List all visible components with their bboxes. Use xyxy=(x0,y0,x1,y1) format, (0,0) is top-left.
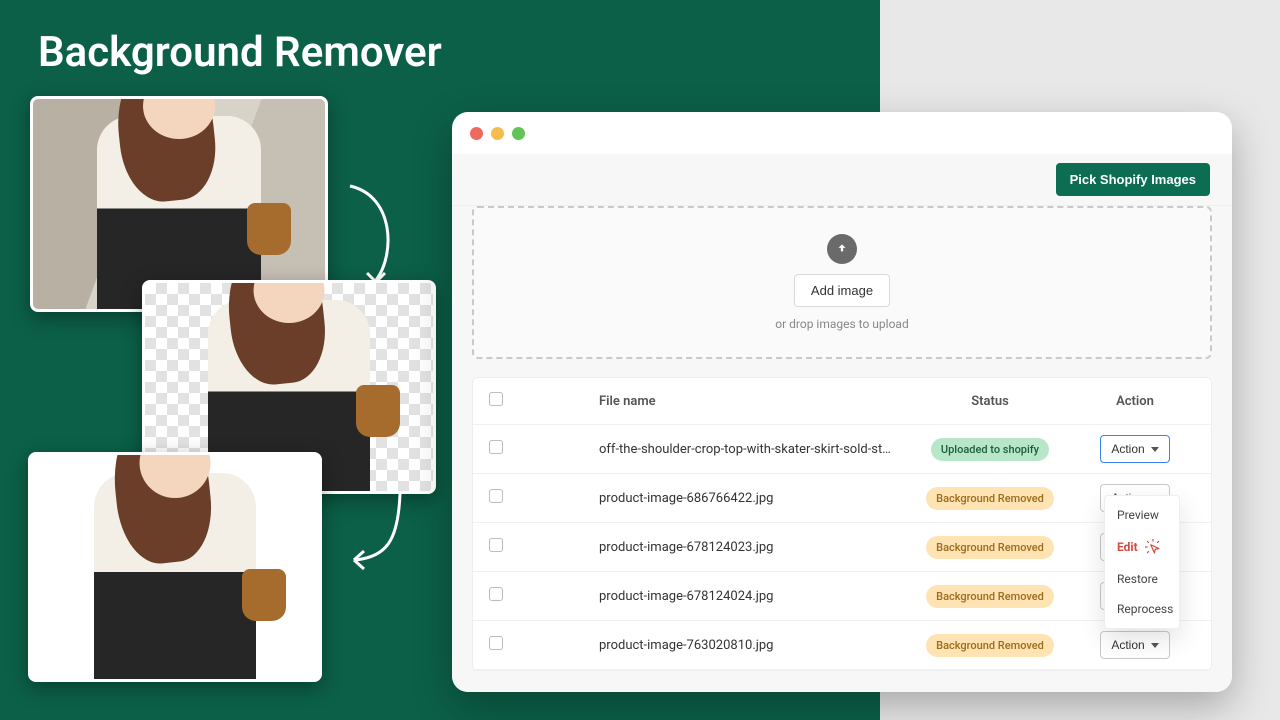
preview-image-white-bg xyxy=(28,452,322,682)
file-name-cell: product-image-678124023.jpg xyxy=(599,540,905,555)
dropdown-reprocess[interactable]: Reprocess xyxy=(1105,594,1179,624)
file-name-cell: product-image-763020810.jpg xyxy=(599,638,905,653)
dropdown-preview[interactable]: Preview xyxy=(1105,500,1179,530)
close-icon[interactable] xyxy=(470,127,483,140)
status-badge: Background Removed xyxy=(926,487,1054,510)
image-table: File name Status Action off-the-shoulder… xyxy=(472,377,1212,671)
file-name-cell: product-image-678124024.jpg xyxy=(599,589,905,604)
chevron-down-icon xyxy=(1151,643,1159,648)
row-checkbox[interactable] xyxy=(489,489,503,503)
select-all-checkbox[interactable] xyxy=(489,392,503,406)
dropdown-edit[interactable]: Edit xyxy=(1105,530,1179,564)
row-action-button[interactable]: Action xyxy=(1100,631,1169,659)
row-checkbox[interactable] xyxy=(489,440,503,454)
titlebar xyxy=(452,112,1232,154)
status-badge: Background Removed xyxy=(926,634,1054,657)
table-header: File name Status Action xyxy=(473,378,1211,425)
status-header: Status xyxy=(905,394,1075,409)
table-row: product-image-678124024.jpg Background Re… xyxy=(473,572,1211,621)
status-badge: Uploaded to shopify xyxy=(931,438,1049,461)
row-checkbox[interactable] xyxy=(489,636,503,650)
page-title: Background Remover xyxy=(38,28,442,77)
chevron-down-icon xyxy=(1151,447,1159,452)
table-row: product-image-678124023.jpg Background Re… xyxy=(473,523,1211,572)
status-badge: Background Removed xyxy=(926,536,1054,559)
row-checkbox[interactable] xyxy=(489,538,503,552)
dropzone[interactable]: Add image or drop images to upload xyxy=(472,206,1212,359)
pick-shopify-images-button[interactable]: Pick Shopify Images xyxy=(1056,163,1210,196)
action-header: Action xyxy=(1075,394,1195,409)
row-action-button[interactable]: Action xyxy=(1100,435,1169,463)
file-name-cell: off-the-shoulder-crop-top-with-skater-sk… xyxy=(599,442,905,457)
action-dropdown: Preview Edit Restore Reprocess xyxy=(1104,495,1180,629)
add-image-button[interactable]: Add image xyxy=(794,274,890,307)
dropzone-subtext: or drop images to upload xyxy=(500,317,1184,331)
dropdown-restore[interactable]: Restore xyxy=(1105,564,1179,594)
table-row: product-image-763020810.jpg Background Re… xyxy=(473,621,1211,670)
upload-icon xyxy=(827,234,857,264)
table-row: product-image-686766422.jpg Background Re… xyxy=(473,474,1211,523)
status-badge: Background Removed xyxy=(926,585,1054,608)
table-row: off-the-shoulder-crop-top-with-skater-sk… xyxy=(473,425,1211,474)
minimize-icon[interactable] xyxy=(491,127,504,140)
cursor-click-icon xyxy=(1144,538,1162,556)
row-checkbox[interactable] xyxy=(489,587,503,601)
file-name-cell: product-image-686766422.jpg xyxy=(599,491,905,506)
file-name-header: File name xyxy=(599,394,905,409)
maximize-icon[interactable] xyxy=(512,127,525,140)
